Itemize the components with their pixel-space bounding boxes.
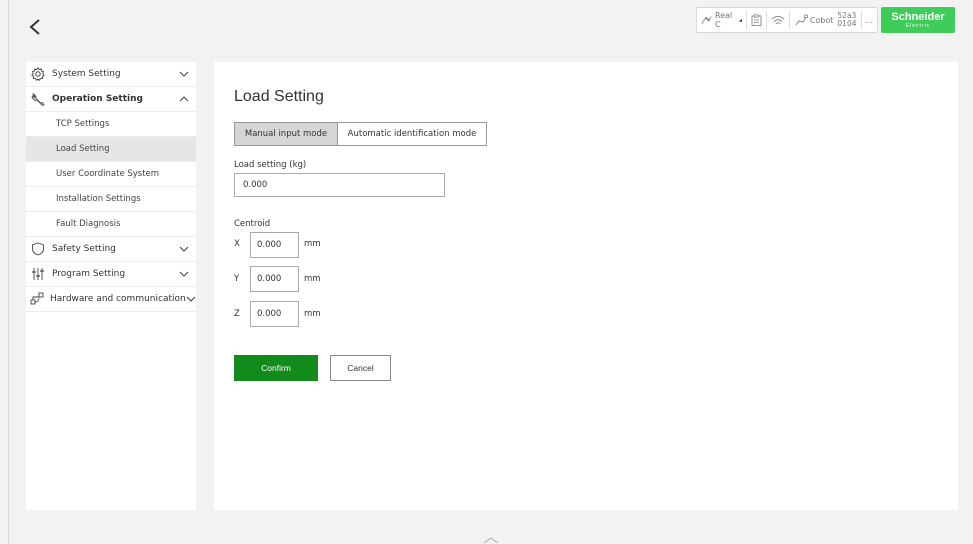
sidebar-item-label: Installation Settings [56, 194, 141, 204]
chevron-up-icon [483, 536, 499, 543]
cobot-arm-icon [795, 14, 808, 26]
sliders-icon [30, 266, 46, 282]
confirm-button[interactable]: Confirm [234, 355, 318, 381]
tab-label: Manual input mode [244, 129, 328, 139]
more-menu[interactable]: ... [865, 16, 873, 25]
chevron-down-icon [178, 244, 190, 254]
tab-label: Automatic identification mode [347, 129, 477, 139]
sidebar-group-label: Operation Setting [52, 94, 143, 104]
brand-sub: Electric [905, 22, 931, 29]
sidebar-group-safety-setting[interactable]: Safety Setting [26, 237, 196, 262]
sidebar-item-user-coordinate-system[interactable]: User Coordinate System [26, 162, 196, 187]
load-setting-input[interactable] [234, 173, 445, 197]
tab-automatic-identification-mode[interactable]: Automatic identification mode [337, 122, 487, 146]
robot-arm-icon [702, 16, 712, 25]
cobot-indicator[interactable]: Cobot [794, 14, 834, 26]
sidebar-group-label: Hardware and communication [50, 294, 186, 304]
sidebar-group-label: Safety Setting [52, 244, 116, 254]
cancel-button[interactable]: Cancel [330, 355, 391, 381]
chevron-down-icon [178, 269, 190, 279]
schneider-logo: Schneider Electric [881, 7, 955, 33]
clipboard-indicator[interactable] [751, 14, 762, 26]
unit-z-label: mm [304, 309, 321, 319]
centroid-z-input[interactable] [250, 301, 299, 327]
network-icon [30, 291, 44, 307]
chevron-down-icon [178, 69, 190, 79]
serial-line-2: 0104 [837, 19, 857, 28]
sidebar-group-label: System Setting [52, 69, 121, 79]
bottom-drawer-handle[interactable] [482, 536, 500, 544]
sidebar-group-system-setting[interactable]: System Setting [26, 62, 196, 87]
sidebar-item-load-setting[interactable]: Load Setting [26, 137, 196, 162]
sidebar-group-label: Program Setting [52, 269, 126, 279]
wrench-icon [30, 91, 46, 107]
divider [746, 11, 748, 29]
mode-tabs: Manual input mode Automatic identificati… [234, 122, 487, 146]
mode-text: Real C [715, 11, 733, 29]
axis-y-label: Y [234, 274, 240, 284]
page-title: Load Setting [234, 88, 324, 105]
serial-number: 52a3 0104 [837, 12, 856, 28]
more-text: ... [865, 15, 874, 25]
cobot-text: Cobot [809, 15, 834, 25]
sidebar-item-label: Fault Diagnosis [56, 219, 121, 229]
centroid-x-input[interactable] [250, 232, 299, 258]
sidebar-item-label: TCP Settings [56, 119, 110, 129]
gear-icon [30, 66, 46, 82]
sidebar-group-hardware-communication[interactable]: Hardware and communication [26, 287, 196, 312]
corner-triangle-icon [738, 18, 743, 22]
status-bar: Real C Cobot 52a3 0104 ... [696, 7, 878, 33]
clipboard-icon [751, 14, 762, 26]
sidebar-group-program-setting[interactable]: Program Setting [26, 262, 196, 287]
sidebar-item-fault-diagnosis[interactable]: Fault Diagnosis [26, 212, 196, 237]
load-setting-label: Load setting (kg) [234, 160, 307, 170]
brand-name: Schneider [891, 10, 945, 23]
unit-y-label: mm [304, 274, 321, 284]
unit-x-label: mm [304, 239, 321, 249]
back-button[interactable] [22, 14, 48, 40]
sidebar-group-operation-setting[interactable]: Operation Setting [26, 87, 196, 112]
divider [766, 11, 767, 29]
sidebar-item-label: User Coordinate System [56, 169, 160, 179]
chevron-left-icon [29, 19, 40, 35]
sidebar-item-installation-settings[interactable]: Installation Settings [26, 187, 196, 212]
chevron-down-icon [186, 294, 196, 304]
main-panel: Load Setting Manual input mode Automatic… [214, 62, 958, 510]
wifi-indicator[interactable] [771, 15, 785, 26]
shield-icon [30, 241, 46, 257]
centroid-y-input[interactable] [250, 266, 299, 292]
axis-z-label: Z [234, 309, 240, 319]
sidebar: System Setting Operation Setting TCP Set… [26, 62, 196, 510]
axis-x-label: X [234, 239, 240, 249]
divider [860, 11, 862, 29]
chevron-up-icon [178, 94, 190, 104]
wifi-icon [771, 15, 785, 24]
sidebar-item-tcp-settings[interactable]: TCP Settings [26, 112, 196, 137]
real-mode-indicator[interactable]: Real C [701, 11, 743, 29]
centroid-label: Centroid [234, 219, 271, 229]
divider [788, 11, 790, 29]
sidebar-item-label: Load Setting [56, 144, 110, 154]
tab-manual-input-mode[interactable]: Manual input mode [234, 122, 337, 146]
